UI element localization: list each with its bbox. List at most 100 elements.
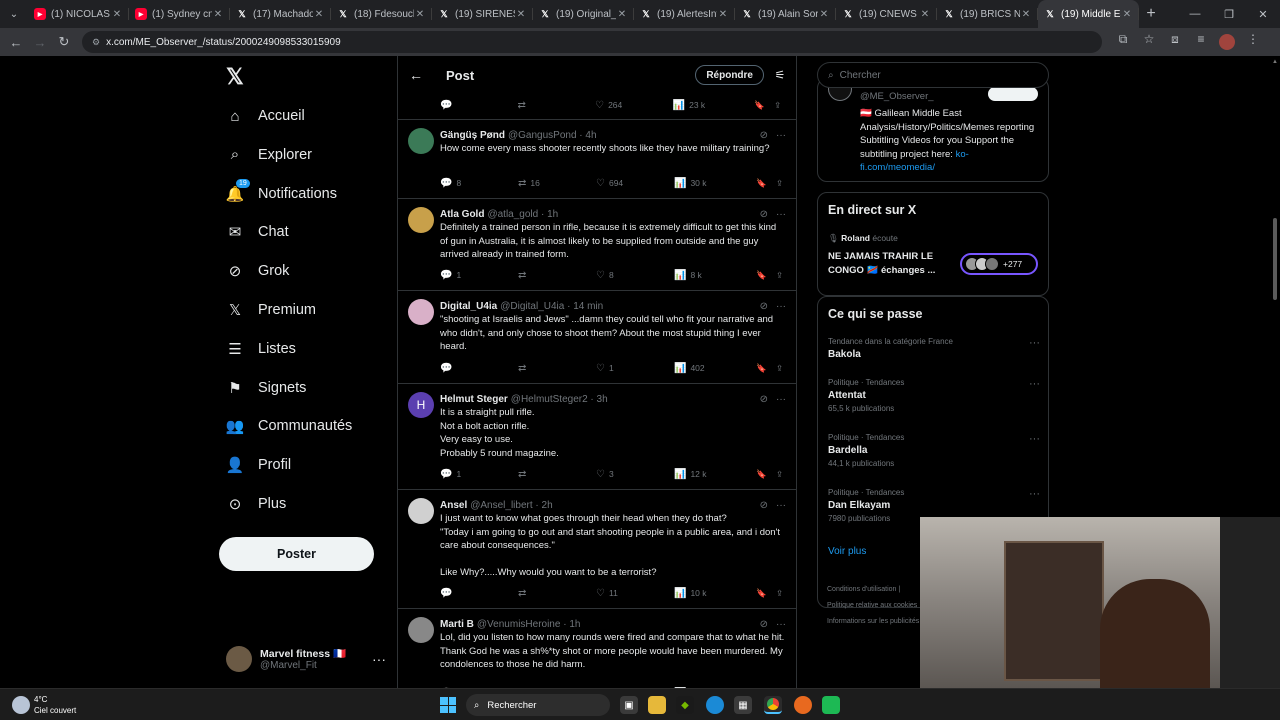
tab-search-icon[interactable]: ⌄ bbox=[0, 0, 28, 28]
more-dots-icon[interactable]: ··· bbox=[1029, 337, 1040, 349]
extensions-icon[interactable]: ⧈ bbox=[1162, 32, 1188, 53]
firefox-icon[interactable] bbox=[794, 696, 812, 714]
more-dots-icon[interactable]: ··· bbox=[1029, 488, 1040, 500]
avatar[interactable] bbox=[408, 207, 434, 233]
author-name[interactable]: Ansel bbox=[440, 500, 467, 511]
share-icon[interactable]: ⇪ bbox=[776, 469, 788, 480]
more-dots-icon[interactable]: ··· bbox=[372, 651, 386, 667]
scroll-up-icon[interactable]: ▲ bbox=[1272, 59, 1278, 65]
task-view-icon[interactable]: ▣ bbox=[620, 696, 638, 714]
reply-tweet[interactable]: H Helmut Steger @HelmutSteger2 · 3h ⊘ ··· It … bbox=[398, 384, 796, 490]
avatar[interactable] bbox=[408, 299, 434, 325]
profile-avatar-icon[interactable] bbox=[1214, 32, 1240, 53]
more-dots-icon[interactable]: ··· bbox=[776, 500, 786, 511]
search-input[interactable]: ⌕ Chercher bbox=[817, 62, 1049, 88]
reply-tweet[interactable]: Gängüș Pønd @GangusPond · 4h ⊘ ··· How come … bbox=[398, 120, 796, 199]
post-button[interactable]: Poster bbox=[219, 537, 374, 571]
browser-tab[interactable]: 𝕏 (19) CNEWS (@...✕ bbox=[836, 0, 937, 28]
retweet-action[interactable]: ⇄ bbox=[518, 100, 596, 111]
reply-tweet[interactable]: Marti B @VenumisHeroine · 1h ⊘ ··· Lol, did … bbox=[398, 609, 796, 688]
author-name[interactable]: Marti B bbox=[440, 619, 474, 630]
bookmark-icon[interactable]: 🔖 bbox=[756, 363, 776, 374]
chrome-icon[interactable] bbox=[764, 696, 782, 714]
store-icon[interactable]: ▦ bbox=[734, 696, 752, 714]
like-action[interactable]: ♡ 8 bbox=[596, 270, 674, 281]
author-handle[interactable]: @HelmutSteger2 · 3h bbox=[511, 394, 608, 405]
close-tab-icon[interactable]: ✕ bbox=[1020, 9, 1032, 20]
scrollbar-thumb[interactable] bbox=[1273, 218, 1277, 300]
nav-item-notifications[interactable]: 🔔 19 Notifications bbox=[226, 178, 337, 209]
nav-item-listes[interactable]: ☰ Listes bbox=[226, 334, 296, 364]
share-icon[interactable]: ⇪ bbox=[774, 100, 786, 111]
back-arrow-icon[interactable]: ← bbox=[398, 67, 434, 83]
more-dots-icon[interactable]: ··· bbox=[776, 301, 786, 312]
more-dots-icon[interactable]: ··· bbox=[1029, 378, 1040, 390]
reading-list-icon[interactable]: ≡ bbox=[1188, 32, 1214, 53]
author-handle[interactable]: @VenumisHeroine · 1h bbox=[477, 619, 581, 630]
reply-button[interactable]: Répondre bbox=[695, 65, 764, 85]
close-tab-icon[interactable]: ✕ bbox=[111, 9, 123, 20]
file-explorer-icon[interactable] bbox=[648, 696, 666, 714]
reply-action[interactable]: 💬 1 bbox=[440, 469, 518, 480]
author-name[interactable]: Helmut Steger bbox=[440, 394, 508, 405]
close-tab-icon[interactable]: ✕ bbox=[313, 9, 325, 20]
share-icon[interactable]: ⇪ bbox=[776, 363, 788, 374]
like-action[interactable]: ♡ 1 bbox=[596, 363, 674, 374]
grok-icon[interactable]: ⊘ bbox=[760, 130, 768, 141]
trend-item[interactable]: Politique · Tendances Attentat 65,5 k publ… bbox=[828, 378, 1040, 413]
close-tab-icon[interactable]: ✕ bbox=[414, 9, 426, 20]
nvidia-icon[interactable]: ◆ bbox=[676, 696, 694, 714]
grok-icon[interactable]: ⊘ bbox=[760, 301, 768, 312]
reply-action[interactable]: 💬 bbox=[440, 363, 518, 374]
listeners-pill[interactable]: +277 bbox=[960, 253, 1038, 275]
browser-tab[interactable]: 𝕏 (19) SIRÈNES s...✕ bbox=[432, 0, 533, 28]
taskbar-search[interactable]: ⌕ Rechercher bbox=[466, 694, 610, 716]
views-action[interactable]: 📊 30 k bbox=[674, 178, 756, 189]
retweet-action[interactable]: ⇄ bbox=[518, 469, 596, 480]
browser-tab[interactable]: 𝕏 (19) AlertesInfo...✕ bbox=[634, 0, 735, 28]
address-bar[interactable]: ⚙ x.com/ME_Observer_/status/200024909853… bbox=[82, 31, 1102, 53]
share-icon[interactable]: ⇪ bbox=[776, 178, 788, 189]
avatar[interactable] bbox=[408, 617, 434, 643]
close-tab-icon[interactable]: ✕ bbox=[616, 9, 628, 20]
nav-item-premium[interactable]: 𝕏 Premium bbox=[226, 295, 316, 325]
close-window-icon[interactable]: ✕ bbox=[1246, 8, 1280, 21]
browser-tab[interactable]: 𝕏 (18) Fdesouche...✕ bbox=[331, 0, 432, 28]
account-switcher[interactable]: Marvel fitness 🇫🇷 @Marvel_Fit ··· bbox=[226, 644, 386, 674]
site-info-icon[interactable]: ⚙ bbox=[92, 37, 100, 48]
nav-item-grok[interactable]: ⊘ Grok bbox=[226, 256, 290, 286]
avatar[interactable]: H bbox=[408, 392, 434, 418]
like-action[interactable]: ♡ 11 bbox=[596, 588, 674, 599]
browser-tab[interactable]: 𝕏 (19) Middle Ea...✕ bbox=[1038, 0, 1139, 28]
new-tab-button[interactable]: + bbox=[1139, 5, 1163, 23]
like-action[interactable]: ♡ 694 bbox=[596, 178, 674, 189]
nav-item-plus[interactable]: ⊙ Plus bbox=[226, 489, 287, 519]
grok-icon[interactable]: ⊘ bbox=[760, 209, 768, 220]
like-action[interactable]: ♡ 3 bbox=[596, 469, 674, 480]
browser-tab[interactable]: ▶ (1) NICOLAS S...✕ bbox=[28, 0, 129, 28]
reply-tweet[interactable]: Atla Gold @atla_gold · 1h ⊘ ··· Definitely a… bbox=[398, 199, 796, 291]
reply-action[interactable]: 💬 8 bbox=[440, 178, 518, 189]
grok-icon[interactable]: ⊘ bbox=[760, 619, 768, 630]
restore-icon[interactable]: ❐ bbox=[1212, 8, 1246, 21]
install-app-icon[interactable]: ⧉ bbox=[1110, 32, 1136, 53]
space-title[interactable]: NE JAMAIS TRAHIR LE CONGO 🇨🇩 échanges ..… bbox=[828, 250, 948, 277]
retweet-action[interactable]: ⇄ bbox=[518, 270, 596, 281]
reply-tweet[interactable]: Digital_U4ia @Digital_U4ia · 14 min ⊘ ··· "s… bbox=[398, 291, 796, 384]
author-handle[interactable]: @Digital_U4ia · 14 min bbox=[500, 301, 603, 312]
edge-icon[interactable] bbox=[706, 696, 724, 714]
nav-item-signets[interactable]: ⚑ Signets bbox=[226, 373, 306, 403]
reply-action[interactable]: 💬 bbox=[440, 100, 518, 111]
nav-item-explorer[interactable]: ⌕ Explorer bbox=[226, 140, 312, 170]
trend-item[interactable]: Tendance dans la catégorie France Bakola ·… bbox=[828, 337, 1040, 363]
author-handle[interactable]: @Ansel_libert · 2h bbox=[470, 500, 552, 511]
browser-tab[interactable]: 𝕏 (19) Original_C...✕ bbox=[533, 0, 634, 28]
see-more-link[interactable]: Voir plus bbox=[828, 546, 866, 557]
bookmark-icon[interactable]: 🔖 bbox=[756, 178, 776, 189]
more-dots-icon[interactable]: ··· bbox=[776, 130, 786, 141]
author-name[interactable]: Atla Gold bbox=[440, 209, 484, 220]
close-tab-icon[interactable]: ✕ bbox=[818, 9, 830, 20]
close-tab-icon[interactable]: ✕ bbox=[919, 9, 931, 20]
grok-icon[interactable]: ⊘ bbox=[760, 394, 768, 405]
author-name[interactable]: Gängüș Pønd bbox=[440, 130, 505, 141]
